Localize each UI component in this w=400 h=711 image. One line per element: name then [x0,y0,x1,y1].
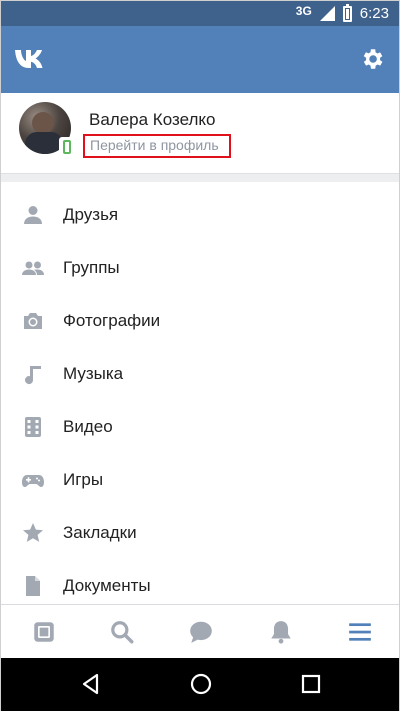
menu-label: Видео [63,417,113,436]
music-note-icon [25,366,41,385]
news-icon[interactable] [31,619,57,645]
bottom-tab-bar [1,604,399,658]
notifications-bell-icon[interactable] [268,619,294,645]
go-to-profile-link[interactable]: Перейти в профиль [90,137,219,153]
vk-logo-icon[interactable] [15,46,49,77]
camera-icon [24,313,42,329]
messages-icon[interactable] [188,619,214,645]
gear-icon[interactable] [359,46,385,72]
document-icon [26,576,40,596]
menu-item-friends[interactable]: Друзья [1,189,399,242]
back-icon[interactable] [79,672,103,696]
network-type: 3G [295,3,312,18]
profile-name[interactable]: Валера Козелко [89,110,215,130]
status-indicators: 3G 6:23 [296,1,389,26]
recent-apps-icon[interactable] [299,672,323,696]
menu-item-documents[interactable]: Документы [1,560,399,604]
menu-item-groups[interactable]: Группы [1,242,399,295]
gamepad-icon [22,475,44,487]
battery-icon [342,3,352,22]
section-divider [1,173,399,182]
clock: 6:23 [359,5,389,22]
menu-label: Игры [63,470,104,489]
profile-header[interactable]: Валера Козелко [1,93,399,173]
film-icon [25,417,41,437]
person-icon [24,206,42,224]
main-menu: Друзья Группы Фотографии Музыка Видео Иг… [1,182,399,604]
app-bar [1,26,399,93]
star-icon [23,523,43,542]
menu-icon[interactable] [347,619,373,645]
menu-item-bookmarks[interactable]: Закладки [1,507,399,560]
menu-label: Друзья [63,205,119,224]
signal-icon [319,6,335,21]
menu-label: Группы [63,258,120,277]
vk-logo-icon-svg [15,50,43,68]
menu-item-games[interactable]: Игры [1,454,399,507]
menu-item-photos[interactable]: Фотографии [1,295,399,348]
menu-item-music[interactable]: Музыка [1,348,399,401]
menu-label: Музыка [63,364,124,383]
group-icon [22,261,44,275]
home-icon[interactable] [189,672,213,696]
status-bar: 3G 6:23 [1,1,399,26]
search-icon[interactable] [109,619,135,645]
avatar-person-body [25,132,63,154]
menu-item-video[interactable]: Видео [1,401,399,454]
menu-label: Закладки [63,523,137,542]
mobile-phone-icon [59,137,75,159]
menu-label: Документы [63,576,151,595]
system-navigation-bar [1,658,399,711]
menu-label: Фотографии [63,311,161,330]
avatar-person-head [32,112,54,134]
